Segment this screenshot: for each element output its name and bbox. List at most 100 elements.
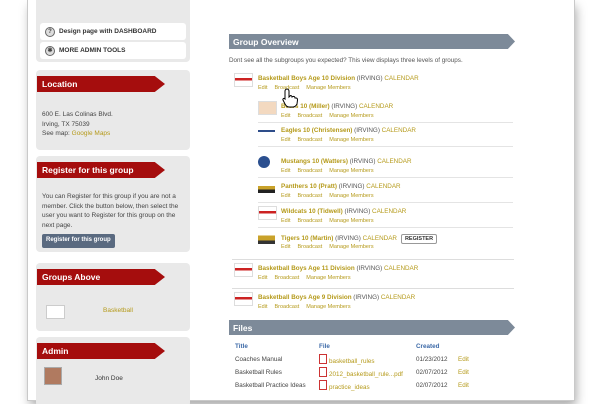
admin-user-name: John Doe xyxy=(95,375,123,382)
broadcast-link[interactable]: Broadcast xyxy=(297,244,322,250)
manage-members-link[interactable]: Manage Members xyxy=(329,113,373,119)
group-logo-icon xyxy=(258,156,270,168)
files-table: Title File Created Coaches Manual basketb… xyxy=(235,340,469,392)
manage-members-link[interactable]: Manage Members xyxy=(329,137,373,143)
divider xyxy=(232,259,514,260)
broadcast-link[interactable]: Broadcast xyxy=(297,137,322,143)
hand-cursor-icon xyxy=(282,88,298,108)
broadcast-link[interactable]: Broadcast xyxy=(297,218,322,224)
group-actions: Edit Broadcast Manage Members xyxy=(281,193,381,199)
calendar-link[interactable]: CALENDAR xyxy=(372,208,406,215)
group-logo-icon xyxy=(258,206,277,220)
broadcast-link[interactable]: Broadcast xyxy=(297,193,322,199)
group-name-link[interactable]: Tigers 10 (Martin) xyxy=(281,235,333,242)
group-name-link[interactable]: Basketball Boys Age 10 Division xyxy=(258,75,355,82)
edit-link[interactable]: Edit xyxy=(258,304,267,310)
group-name-link[interactable]: Wildcats 10 (Tidwell) xyxy=(281,208,343,215)
file-title: Coaches Manual xyxy=(235,356,283,363)
group-name-link[interactable]: Mustangs 10 (Watters) xyxy=(281,158,348,165)
file-link[interactable]: practice_ideas xyxy=(319,379,416,392)
group-city: (IRVING) xyxy=(333,235,363,242)
manage-members-link[interactable]: Manage Members xyxy=(306,85,350,91)
register-description: You can Register for this group if you a… xyxy=(42,193,179,229)
address-line-1: 600 E. Las Colinas Blvd. xyxy=(42,111,113,118)
manage-members-link[interactable]: Manage Members xyxy=(329,218,373,224)
table-row: Basketball Practice Ideas practice_ideas 0… xyxy=(235,379,469,392)
group-name-link[interactable]: Eagles 10 (Christensen) xyxy=(281,127,352,134)
group-actions: Edit Broadcast Manage Members xyxy=(281,218,381,224)
groups-above-basketball-link[interactable]: Basketball xyxy=(103,307,133,314)
group-logo-icon xyxy=(234,263,253,277)
file-name[interactable]: practice_ideas xyxy=(329,384,370,391)
manage-members-link[interactable]: Manage Members xyxy=(329,244,373,250)
manage-members-link[interactable]: Manage Members xyxy=(329,193,373,199)
admin-tools-menu: ? Design page with DASHBOARD ✱ MORE ADMI… xyxy=(36,0,190,62)
group-row: Basketball Boys Age 9 Division (IRVING) … xyxy=(258,294,415,301)
broadcast-link[interactable]: Broadcast xyxy=(274,275,299,281)
group-name-link[interactable]: Basketball Boys Age 9 Division xyxy=(258,294,352,301)
manage-members-link[interactable]: Manage Members xyxy=(306,275,350,281)
google-maps-link[interactable]: Google Maps xyxy=(72,130,111,137)
more-admin-label: MORE ADMIN TOOLS xyxy=(59,47,126,54)
calendar-link[interactable]: CALENDAR xyxy=(377,158,411,165)
col-title: Title xyxy=(235,343,248,350)
group-actions: Edit Broadcast Manage Members xyxy=(281,137,381,143)
edit-link[interactable]: Edit xyxy=(258,85,267,91)
page-margin xyxy=(0,404,600,420)
calendar-link[interactable]: CALENDAR xyxy=(359,103,393,110)
manage-members-link[interactable]: Manage Members xyxy=(306,304,350,310)
file-title: Basketball Rules xyxy=(235,369,282,376)
divider xyxy=(258,202,513,203)
divider xyxy=(232,288,514,289)
group-actions: Edit Broadcast Manage Members xyxy=(258,275,358,281)
col-created: Created xyxy=(416,343,440,350)
avatar xyxy=(44,367,62,385)
calendar-link[interactable]: CALENDAR xyxy=(382,127,416,134)
group-row: Panthers 10 (Pratt) (IRVING) CALENDAR xyxy=(281,183,401,190)
broadcast-link[interactable]: Broadcast xyxy=(274,304,299,310)
broadcast-link[interactable]: Broadcast xyxy=(297,168,322,174)
file-created: 02/07/2012 xyxy=(416,382,448,389)
pdf-icon xyxy=(319,354,327,364)
files-title: Files xyxy=(229,320,515,335)
calendar-link[interactable]: CALENDAR xyxy=(384,75,418,82)
calendar-link[interactable]: CALENDAR xyxy=(384,265,418,272)
register-button[interactable]: REGISTER xyxy=(400,234,438,244)
group-actions: Edit Broadcast Manage Members xyxy=(258,304,358,310)
calendar-link[interactable]: CALENDAR xyxy=(366,183,400,190)
col-file: File xyxy=(319,343,330,350)
broadcast-link[interactable]: Broadcast xyxy=(297,113,322,119)
edit-link[interactable]: Edit xyxy=(281,168,290,174)
group-logo-icon xyxy=(46,305,65,319)
more-admin-tools-link[interactable]: ✱ MORE ADMIN TOOLS xyxy=(40,42,186,59)
group-name-link[interactable]: Basketball Boys Age 11 Division xyxy=(258,265,355,272)
edit-link[interactable]: Edit xyxy=(281,244,290,250)
group-name-link[interactable]: Panthers 10 (Pratt) xyxy=(281,183,337,190)
edit-link[interactable]: Edit xyxy=(281,218,290,224)
edit-file-link[interactable]: Edit xyxy=(458,353,469,366)
group-row: Wildcats 10 (Tidwell) (IRVING) CALENDAR xyxy=(281,208,406,215)
edit-link[interactable]: Edit xyxy=(281,113,290,119)
dashboard-icon: ? xyxy=(45,26,55,37)
edit-file-link[interactable]: Edit xyxy=(458,379,469,392)
register-title: Register for this group xyxy=(37,162,165,178)
edit-file-link[interactable]: Edit xyxy=(458,366,469,379)
design-page-label: Design page with DASHBOARD xyxy=(59,28,157,35)
calendar-link[interactable]: CALENDAR xyxy=(381,294,415,301)
divider xyxy=(258,122,513,123)
file-name[interactable]: 2012_basketball_rule...pdf xyxy=(329,371,403,378)
design-page-link[interactable]: ? Design page with DASHBOARD xyxy=(40,23,186,40)
admin-title: Admin xyxy=(37,343,165,359)
file-name[interactable]: basketball_rules xyxy=(329,358,375,365)
group-actions: Edit Broadcast Manage Members xyxy=(281,244,381,250)
register-for-group-button[interactable]: Register for this group xyxy=(42,234,115,248)
edit-link[interactable]: Edit xyxy=(281,137,290,143)
file-link[interactable]: basketball_rules xyxy=(319,353,416,366)
edit-link[interactable]: Edit xyxy=(258,275,267,281)
manage-members-link[interactable]: Manage Members xyxy=(329,168,373,174)
calendar-link[interactable]: CALENDAR xyxy=(363,235,397,242)
file-link[interactable]: 2012_basketball_rule...pdf xyxy=(319,366,416,379)
gear-icon: ✱ xyxy=(45,45,55,56)
group-city: (IRVING) xyxy=(354,265,384,272)
edit-link[interactable]: Edit xyxy=(281,193,290,199)
